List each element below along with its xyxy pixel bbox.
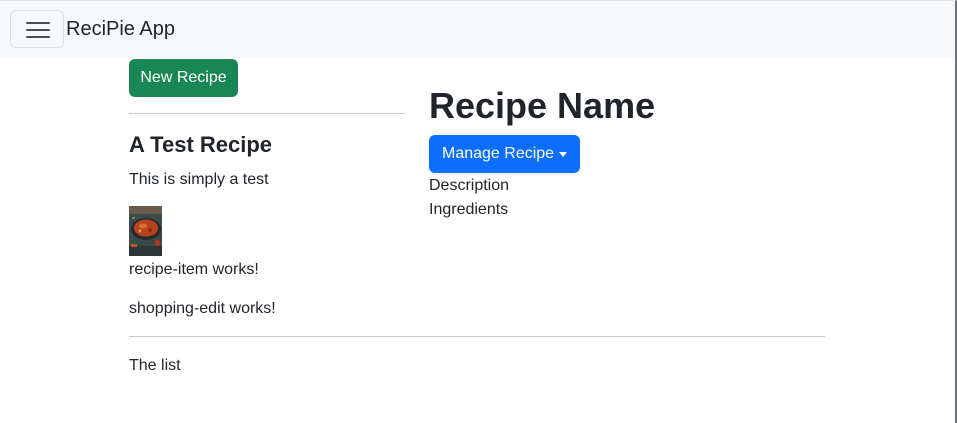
navbar-toggler-button[interactable]: [10, 10, 64, 48]
recipe-detail-title: Recipe Name: [429, 85, 656, 126]
recipe-detail-ingredients: Ingredients: [429, 201, 509, 218]
new-recipe-button[interactable]: New Recipe: [129, 59, 238, 97]
manage-recipe-dropdown-button[interactable]: Manage Recipe: [429, 135, 580, 173]
hamburger-menu-icon: [26, 22, 50, 24]
recipe-item-description: This is simply a test: [129, 171, 269, 188]
recipe-detail-description: Description: [429, 177, 510, 194]
divider: [129, 113, 405, 114]
hamburger-menu-icon-bar: [26, 29, 50, 31]
shopping-edit-component-text: shopping-edit works!: [129, 300, 276, 317]
hamburger-menu-icon-bar: [26, 36, 50, 38]
manage-recipe-label: Manage Recipe: [442, 145, 555, 162]
navbar-brand[interactable]: ReciPie App: [66, 16, 175, 42]
divider: [129, 336, 825, 337]
recipe-item-component-text: recipe-item works!: [129, 261, 259, 278]
recipe-item-title[interactable]: A Test Recipe: [129, 131, 272, 159]
navbar: ReciPie App: [0, 1, 955, 58]
recipe-thumbnail-image[interactable]: [129, 206, 162, 256]
shopping-list-title: The list: [129, 357, 181, 374]
caret-down-icon: [559, 152, 567, 157]
recipe-image-icon: [129, 206, 162, 256]
